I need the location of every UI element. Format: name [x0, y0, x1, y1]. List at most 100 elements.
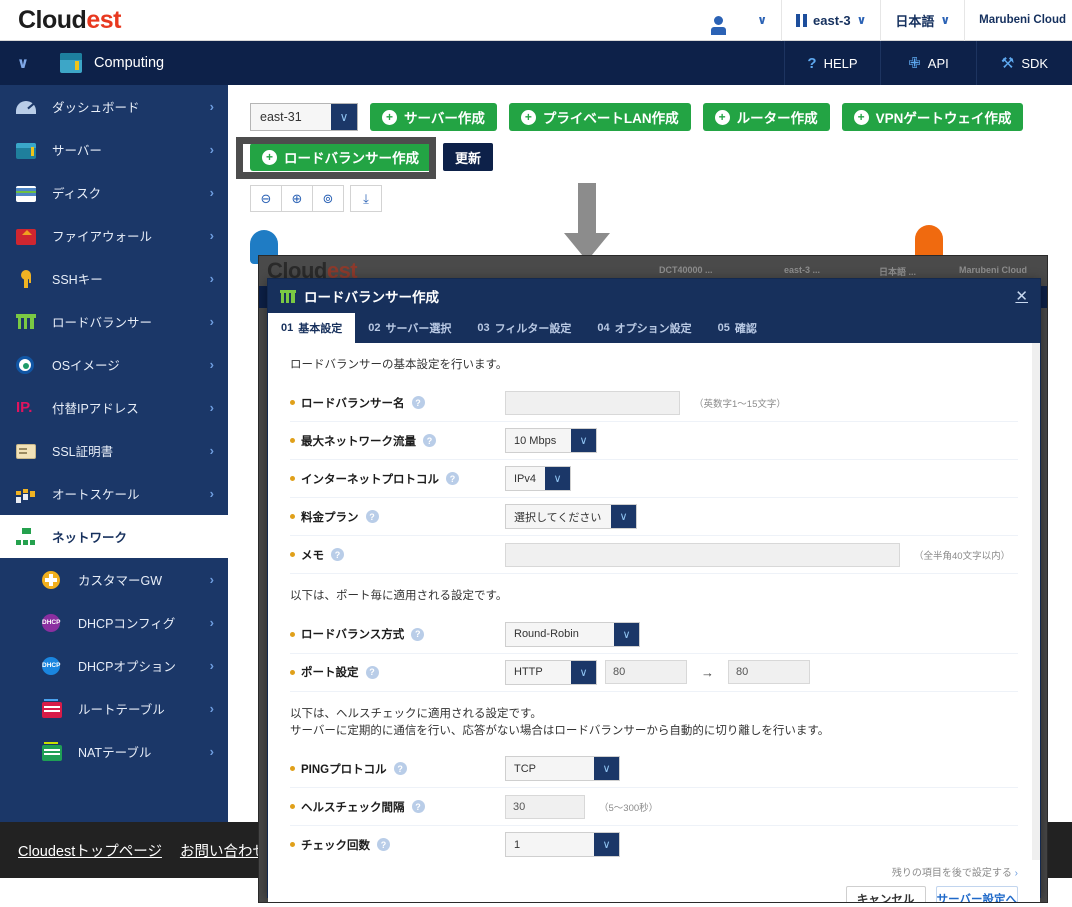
field-row-price-plan: 料金プラン ? 選択してください ∨	[290, 498, 1018, 536]
chevron-down-icon: ∨	[571, 429, 596, 452]
dialog-intro-text: ロードバランサーの基本設定を行います。	[290, 357, 1018, 374]
create-router-label: ルーター作成	[737, 107, 818, 127]
dialog-tab-05[interactable]: 05 確認	[705, 313, 770, 343]
key-icon-wrap	[16, 270, 38, 288]
sidebar-item-7[interactable]: IP.付替IPアドレス›	[0, 386, 228, 429]
zoom-reset-icon[interactable]: ⊚	[312, 185, 344, 212]
help-icon[interactable]: ?	[411, 628, 424, 641]
sidebar-item-9[interactable]: オートスケール›	[0, 472, 228, 515]
help-icon[interactable]: ?	[331, 548, 344, 561]
internet-protocol-select[interactable]: IPv4 ∨	[505, 466, 571, 491]
memo-input[interactable]	[505, 543, 900, 567]
chevron-down-icon: ∨	[571, 661, 596, 684]
region-bars-icon	[796, 14, 807, 27]
dialog-tab-04[interactable]: 04オプション設定	[584, 313, 704, 343]
sidebar-item-2[interactable]: ディスク›	[0, 171, 228, 214]
create-server-button[interactable]: + サーバー作成	[370, 103, 497, 131]
network-icon	[16, 528, 36, 545]
port-to-input[interactable]: 80	[728, 660, 810, 684]
help-icon[interactable]: ?	[412, 396, 425, 409]
help-icon[interactable]: ?	[446, 472, 459, 485]
create-vpn-gateway-button[interactable]: + VPNゲートウェイ作成	[842, 103, 1024, 131]
price-plan-select[interactable]: 選択してください ∨	[505, 504, 637, 529]
nav-right-group: ? HELP ✙ API ⚒ SDK	[784, 41, 1072, 85]
next-to-server-settings-button[interactable]: サーバー設定へ	[936, 886, 1018, 903]
download-icon[interactable]: ⤓	[350, 185, 382, 212]
nav-help-button[interactable]: ? HELP	[784, 41, 880, 85]
dialog-tab-label: 確認	[735, 320, 757, 336]
sidebar-item-5[interactable]: ロードバランサー›	[0, 300, 228, 343]
port-from-input[interactable]: 80	[605, 660, 687, 684]
language-selector[interactable]: 日本語 ∨	[881, 0, 964, 40]
background-user-id: DCT40000 ...	[659, 265, 713, 275]
sidebar-item-14[interactable]: ルートテーブル›	[0, 687, 228, 730]
zoom-in-icon[interactable]: ⊕	[281, 185, 313, 212]
region-label: east-3	[813, 13, 851, 28]
user-account-name[interactable]: Marubeni Cloud	[965, 0, 1072, 40]
field-row-max-throughput: 最大ネットワーク流量 ? 10 Mbps ∨	[290, 422, 1018, 460]
account-menu[interactable]	[700, 0, 737, 40]
help-icon[interactable]: ?	[377, 838, 390, 851]
sidebar-item-label: ロードバランサー	[52, 312, 152, 331]
sidebar-item-11[interactable]: カスタマーGW›	[0, 558, 228, 601]
dialog-tab-02[interactable]: 02サーバー選択	[355, 313, 464, 343]
chevron-right-icon: ›	[210, 271, 214, 286]
healthcheck-interval-input[interactable]: 30	[505, 795, 585, 819]
max-throughput-select[interactable]: 10 Mbps ∨	[505, 428, 597, 453]
sidebar-item-0[interactable]: ダッシュボード›	[0, 85, 228, 128]
help-icon[interactable]: ?	[366, 510, 379, 523]
autoscale-icon-wrap	[16, 485, 38, 503]
cancel-button[interactable]: キャンセル	[846, 886, 926, 903]
check-count-select[interactable]: 1 ∨	[505, 832, 620, 857]
chevron-down-icon: ∨	[940, 13, 950, 27]
footer-link-top-page[interactable]: Cloudestトップページ	[18, 840, 162, 861]
account-dropdown[interactable]: ∨	[737, 0, 781, 40]
sidebar-item-1[interactable]: サーバー›	[0, 128, 228, 171]
dialog-tab-01[interactable]: 01基本設定	[268, 313, 355, 343]
create-private-lan-button[interactable]: + プライベートLAN作成	[509, 103, 691, 131]
refresh-button[interactable]: 更新	[443, 143, 493, 171]
close-icon[interactable]: ✕	[1015, 287, 1028, 305]
zone-select[interactable]: east-31 ∨	[250, 103, 358, 131]
balance-method-select[interactable]: Round-Robin ∨	[505, 622, 640, 647]
nav-expand-button[interactable]: ∨	[0, 54, 46, 72]
configure-later-link[interactable]: 残りの項目を後で設定する ›	[892, 864, 1018, 879]
sidebar-item-3[interactable]: ファイアウォール›	[0, 214, 228, 257]
help-icon[interactable]: ?	[412, 800, 425, 813]
field-row-healthcheck-interval: ヘルスチェック間隔 ? 30 （5〜300秒）	[290, 788, 1018, 826]
sidebar-item-8[interactable]: SSL証明書›	[0, 429, 228, 472]
dialog-tab-03[interactable]: 03フィルター設定	[464, 313, 584, 343]
sidebar-item-15[interactable]: NATテーブル›	[0, 730, 228, 773]
dialog-step-tabs: 01基本設定02サーバー選択03フィルター設定04オプション設定 05 確認	[268, 313, 1040, 343]
network-icon-wrap	[16, 528, 38, 546]
help-icon[interactable]: ?	[423, 434, 436, 447]
nav-api-button[interactable]: ✙ API	[880, 41, 976, 85]
sidebar-item-12[interactable]: DHCPDHCPコンフィグ›	[0, 601, 228, 644]
sidebar-item-10[interactable]: ネットワーク›	[0, 515, 228, 558]
sidebar-item-6[interactable]: OSイメージ›	[0, 343, 228, 386]
balance-method-value: Round-Robin	[514, 628, 579, 640]
sidebar-item-4[interactable]: SSHキー›	[0, 257, 228, 300]
create-router-button[interactable]: + ルーター作成	[703, 103, 830, 131]
sidebar-item-13[interactable]: DHCPDHCPオプション›	[0, 644, 228, 687]
create-server-label: サーバー作成	[404, 107, 485, 127]
region-selector[interactable]: east-3 ∨	[782, 0, 880, 40]
nav-service-title: Computing	[94, 55, 164, 71]
lb-name-input[interactable]	[505, 391, 680, 415]
field-row-internet-protocol: インターネットプロトコル ? IPv4 ∨	[290, 460, 1018, 498]
nav-sdk-button[interactable]: ⚒ SDK	[976, 41, 1072, 85]
brand-logo[interactable]: Cloudest	[18, 6, 121, 35]
firewall-icon-wrap	[16, 227, 38, 245]
dialog-footer: 残りの項目を後で設定する › キャンセル サーバー設定へ	[268, 860, 1040, 903]
sidebar-item-label: SSL証明書	[52, 441, 113, 460]
healthcheck-interval-value: 30	[513, 801, 525, 813]
ping-protocol-select[interactable]: TCP ∨	[505, 756, 620, 781]
dialog-scrollbar[interactable]	[1032, 343, 1040, 860]
zoom-out-icon[interactable]: ⊖	[250, 185, 282, 212]
help-icon[interactable]: ?	[366, 666, 379, 679]
port-protocol-select[interactable]: HTTP ∨	[505, 660, 597, 685]
help-icon[interactable]: ?	[394, 762, 407, 775]
dialog-tab-number: 05	[718, 322, 730, 334]
person-icon	[714, 16, 723, 25]
chevron-down-icon: ∨	[594, 757, 619, 780]
